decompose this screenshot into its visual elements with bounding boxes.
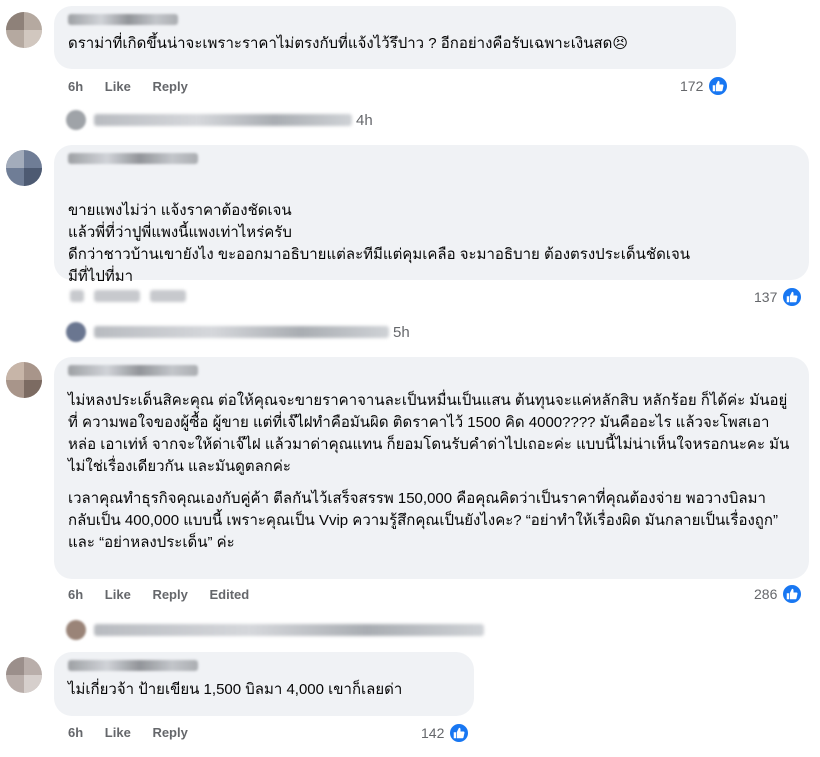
commenter-name[interactable]	[68, 365, 198, 376]
comment-text: เวลาคุณทำธุรกิจคุณเองกับคู่ค้า ตีลกันไว้…	[68, 490, 778, 551]
comment-actions: 6h Like Reply	[68, 725, 206, 740]
timestamp[interactable]: 6h	[68, 587, 83, 602]
reaction-count[interactable]: 137	[754, 286, 804, 308]
like-button[interactable]: Like	[105, 725, 131, 740]
replier-name	[94, 624, 484, 636]
commenter-name[interactable]	[68, 14, 178, 25]
avatar[interactable]	[6, 150, 42, 186]
comment-text: ดราม่าที่เกิดขึ้นน่าจะเพราะราคาไม่ตรงกับ…	[68, 35, 628, 52]
comment-bubble: ขายแพงไม่ว่า แจ้งราคาต้องชัดเจน แล้วพี่ท…	[54, 145, 809, 285]
like-count: 286	[754, 586, 778, 602]
commenter-name[interactable]	[68, 153, 198, 164]
avatar[interactable]	[6, 657, 42, 693]
edited-label: Edited	[209, 587, 250, 602]
reply-time: 4h	[356, 111, 373, 129]
reply-button[interactable]: Reply	[152, 725, 187, 740]
comment-bubble: ดราม่าที่เกิดขึ้นน่าจะเพราะราคาไม่ตรงกับ…	[54, 6, 736, 69]
comment-bubble: ไม่หลงประเด็นสิคะคุณ ต่อให้คุณจะขายราคาจ…	[54, 357, 809, 579]
commenter-name[interactable]	[68, 660, 198, 671]
reply-avatar	[66, 620, 86, 640]
like-count: 172	[680, 78, 704, 94]
comment-bubble: ไม่เกี่ยวจ้า ป้ายเขียน 1,500 บิลมา 4,000…	[54, 652, 474, 716]
replier-name	[94, 326, 389, 338]
reaction-count[interactable]: 142	[421, 722, 471, 744]
reply-button[interactable]: Reply	[152, 79, 187, 94]
comment-actions: 6h Like Reply	[68, 79, 206, 94]
replier-name	[94, 114, 352, 126]
reply-time: 5h	[393, 323, 410, 341]
timestamp[interactable]: 6h	[68, 725, 83, 740]
view-replies-row[interactable]: 4h	[66, 110, 373, 130]
like-button[interactable]: Like	[105, 79, 131, 94]
comment-text: ไม่หลงประเด็นสิคะคุณ ต่อให้คุณจะขายราคาจ…	[68, 392, 790, 475]
reaction-count[interactable]: 286	[754, 583, 804, 605]
reaction-count[interactable]: 172	[680, 75, 730, 97]
like-count: 142	[421, 725, 445, 741]
like-button[interactable]: Like	[105, 587, 131, 602]
avatar[interactable]	[6, 12, 42, 48]
view-replies-row[interactable]	[66, 620, 484, 640]
comment-actions: 6h Like Reply Edited	[68, 587, 267, 602]
like-thumb-icon	[448, 722, 471, 744]
comment-text: ขายแพงไม่ว่า แจ้งราคาต้องชัดเจน แล้วพี่ท…	[68, 202, 691, 285]
view-replies-row[interactable]: 5h	[66, 322, 410, 342]
reply-button[interactable]: Reply	[152, 587, 187, 602]
like-count: 137	[754, 289, 778, 305]
comment-text: ไม่เกี่ยวจ้า ป้ายเขียน 1,500 บิลมา 4,000…	[68, 681, 403, 698]
timestamp[interactable]: 6h	[68, 79, 83, 94]
like-thumb-icon	[707, 75, 730, 97]
like-thumb-icon	[781, 286, 804, 308]
like-thumb-icon	[781, 583, 804, 605]
reply-avatar	[66, 110, 86, 130]
avatar[interactable]	[6, 362, 42, 398]
reply-avatar	[66, 322, 86, 342]
comment-actions	[70, 290, 186, 302]
